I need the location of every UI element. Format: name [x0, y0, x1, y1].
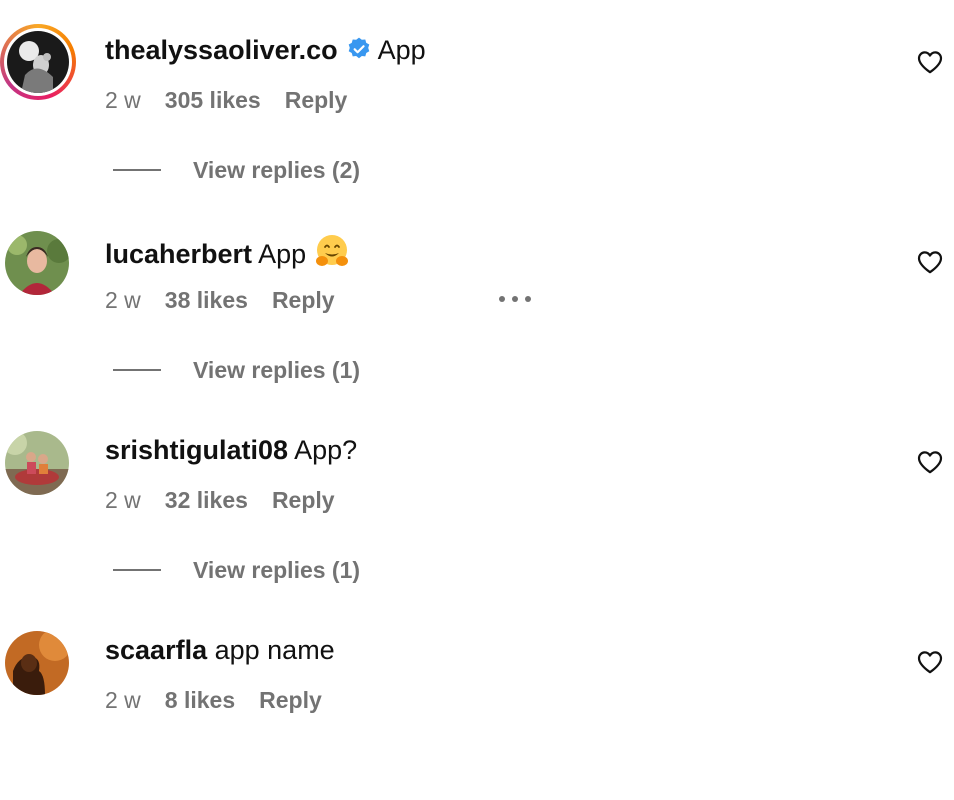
reply-button[interactable]: Reply	[272, 487, 335, 513]
view-replies-line	[113, 369, 161, 371]
heart-icon[interactable]	[917, 650, 943, 674]
comment-username[interactable]: srishtigulati08	[105, 435, 288, 465]
comment-username[interactable]: lucaherbert	[105, 239, 252, 269]
view-replies-label: View replies (1)	[193, 557, 361, 583]
comment-item: scaarfla app name 2 w 8 likes Reply	[0, 600, 954, 800]
avatar[interactable]	[5, 631, 69, 695]
reply-button[interactable]: Reply	[272, 287, 335, 313]
view-replies-label: View replies (2)	[193, 157, 361, 183]
view-replies-line	[113, 169, 161, 171]
comment-text: App	[377, 35, 426, 65]
avatar[interactable]	[0, 24, 76, 100]
like-count[interactable]: 38 likes	[165, 287, 248, 313]
comment-header: thealyssaoliver.co App	[105, 33, 426, 70]
heart-icon[interactable]	[917, 450, 943, 474]
hugging-face-emoji	[314, 233, 350, 277]
reply-button[interactable]: Reply	[285, 87, 348, 113]
like-count[interactable]: 32 likes	[165, 487, 248, 513]
comment-header: scaarfla app name	[105, 633, 335, 667]
view-replies-button[interactable]: View replies (2)	[113, 155, 360, 185]
reply-button[interactable]: Reply	[259, 687, 322, 713]
verified-badge-icon	[346, 36, 372, 70]
heart-icon[interactable]	[917, 250, 943, 274]
comment-item: srishtigulati08 App? 2 w 32 likes Reply Vi…	[0, 400, 954, 600]
comment-username[interactable]: thealyssaoliver.co	[105, 35, 338, 65]
comment-text: app name	[214, 635, 335, 665]
heart-icon[interactable]	[917, 50, 943, 74]
avatar-image	[7, 31, 69, 93]
comment-header: srishtigulati08 App?	[105, 433, 357, 467]
comment-header: lucaherbert App	[105, 233, 350, 277]
comment-text: App	[258, 239, 307, 269]
view-replies-line	[113, 569, 161, 571]
comment-username[interactable]: scaarfla	[105, 635, 207, 665]
like-count[interactable]: 8 likes	[165, 687, 235, 713]
comment-time[interactable]: 2 w	[105, 87, 141, 113]
comment-text: App?	[294, 435, 358, 465]
view-replies-button[interactable]: View replies (1)	[113, 355, 360, 385]
comment-item: lucaherbert App 2 w 38 likes Reply View re…	[0, 200, 954, 400]
avatar[interactable]	[5, 231, 69, 295]
comment-meta: 2 w 38 likes Reply	[105, 285, 531, 315]
comment-meta: 2 w 305 likes Reply	[105, 85, 347, 115]
comment-meta: 2 w 8 likes Reply	[105, 685, 322, 715]
like-count[interactable]: 305 likes	[165, 87, 261, 113]
avatar[interactable]	[5, 431, 69, 495]
comment-time[interactable]: 2 w	[105, 287, 141, 313]
view-replies-label: View replies (1)	[193, 357, 361, 383]
comment-time[interactable]: 2 w	[105, 687, 141, 713]
more-options-icon[interactable]	[499, 296, 533, 304]
comment-item: thealyssaoliver.co App 2 w 305 likes Reply …	[0, 0, 954, 200]
view-replies-button[interactable]: View replies (1)	[113, 555, 360, 585]
comment-meta: 2 w 32 likes Reply	[105, 485, 335, 515]
comment-time[interactable]: 2 w	[105, 487, 141, 513]
